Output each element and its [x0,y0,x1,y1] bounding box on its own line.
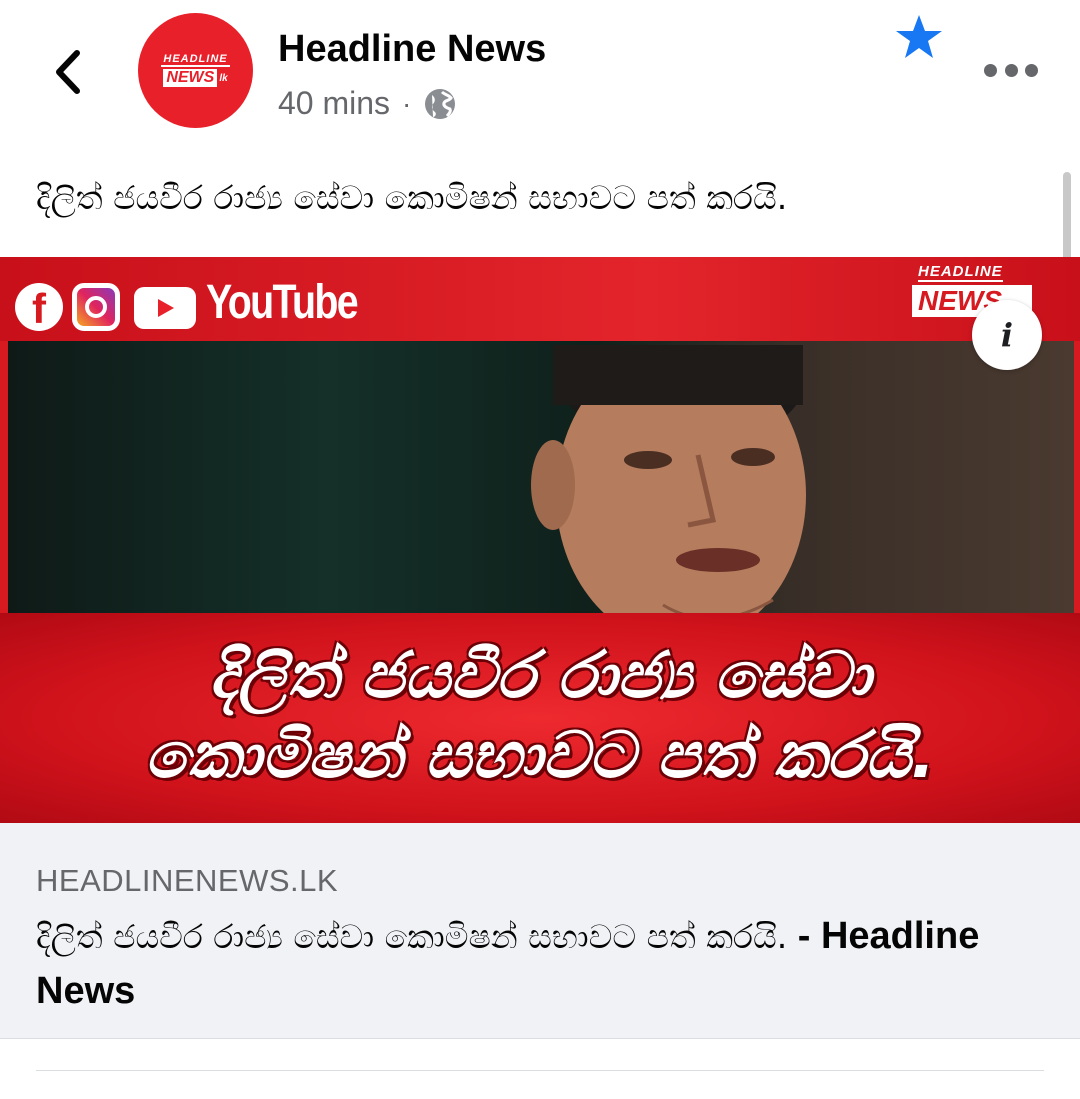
more-options-button[interactable] [984,55,1038,85]
more-dot [1025,63,1038,77]
page-name-link[interactable]: Headline News [278,28,546,71]
person-portrait [531,345,806,613]
star-button[interactable] [893,12,945,64]
star-icon [896,15,942,58]
facebook-icon: f [15,283,63,331]
link-preview-image[interactable]: f YouTube HEADLINE NEWS දිලිත් ජයවීර රාජ… [0,257,1080,823]
logo-headline-text: HEADLINE [918,263,1003,282]
instagram-icon [72,283,120,331]
preview-headline-box: දිලිත් ජයවීර රාජ්‍ය සේවා කොමිෂන් සභාවට ප… [0,613,1080,823]
meta-separator: · [402,87,412,119]
avatar-logo-top: HEADLINE [161,53,230,67]
link-domain: HEADLINENEWS.LK [36,863,339,898]
globe-icon [425,88,456,119]
page-avatar[interactable]: HEADLINE NEWS lk [138,13,253,128]
post-meta: 40 mins · [278,85,457,122]
avatar-logo-news: NEWS [163,69,218,87]
post-timestamp[interactable]: 40 mins [278,85,390,122]
avatar-logo-lk: lk [219,72,228,84]
youtube-wordmark: YouTube [206,276,359,329]
youtube-icon [134,287,196,329]
link-title-sinhala: දිලිත් ජයවීර රාජ්‍ය සේවා කොමිෂන් සභාවට ප… [36,917,788,956]
link-title: දිලිත් ජයවීර රාජ්‍ය සේවා කොමිෂන් සභාවට ප… [36,909,1056,1019]
more-dot [984,63,997,77]
preview-headline-line1: දිලිත් ජයවීර රාජ්‍ය සේවා [209,639,871,713]
more-dot [1004,63,1018,77]
chevron-left-icon [56,50,80,94]
link-preview-footer[interactable]: HEADLINENEWS.LK දිලිත් ජයවීර රාජ්‍ය සේවා… [0,823,1080,1039]
back-button[interactable] [44,44,92,100]
person-photo [8,341,1074,613]
info-button[interactable]: i [972,300,1042,370]
post-text: දිලිත් ජයවීර රාජ්‍ය සේවා කොමිෂන් සභාවට ප… [36,178,788,217]
preview-headline-line2: කොමිෂන් සභාවට පත් කරයි. [144,719,936,793]
divider [36,1070,1044,1071]
